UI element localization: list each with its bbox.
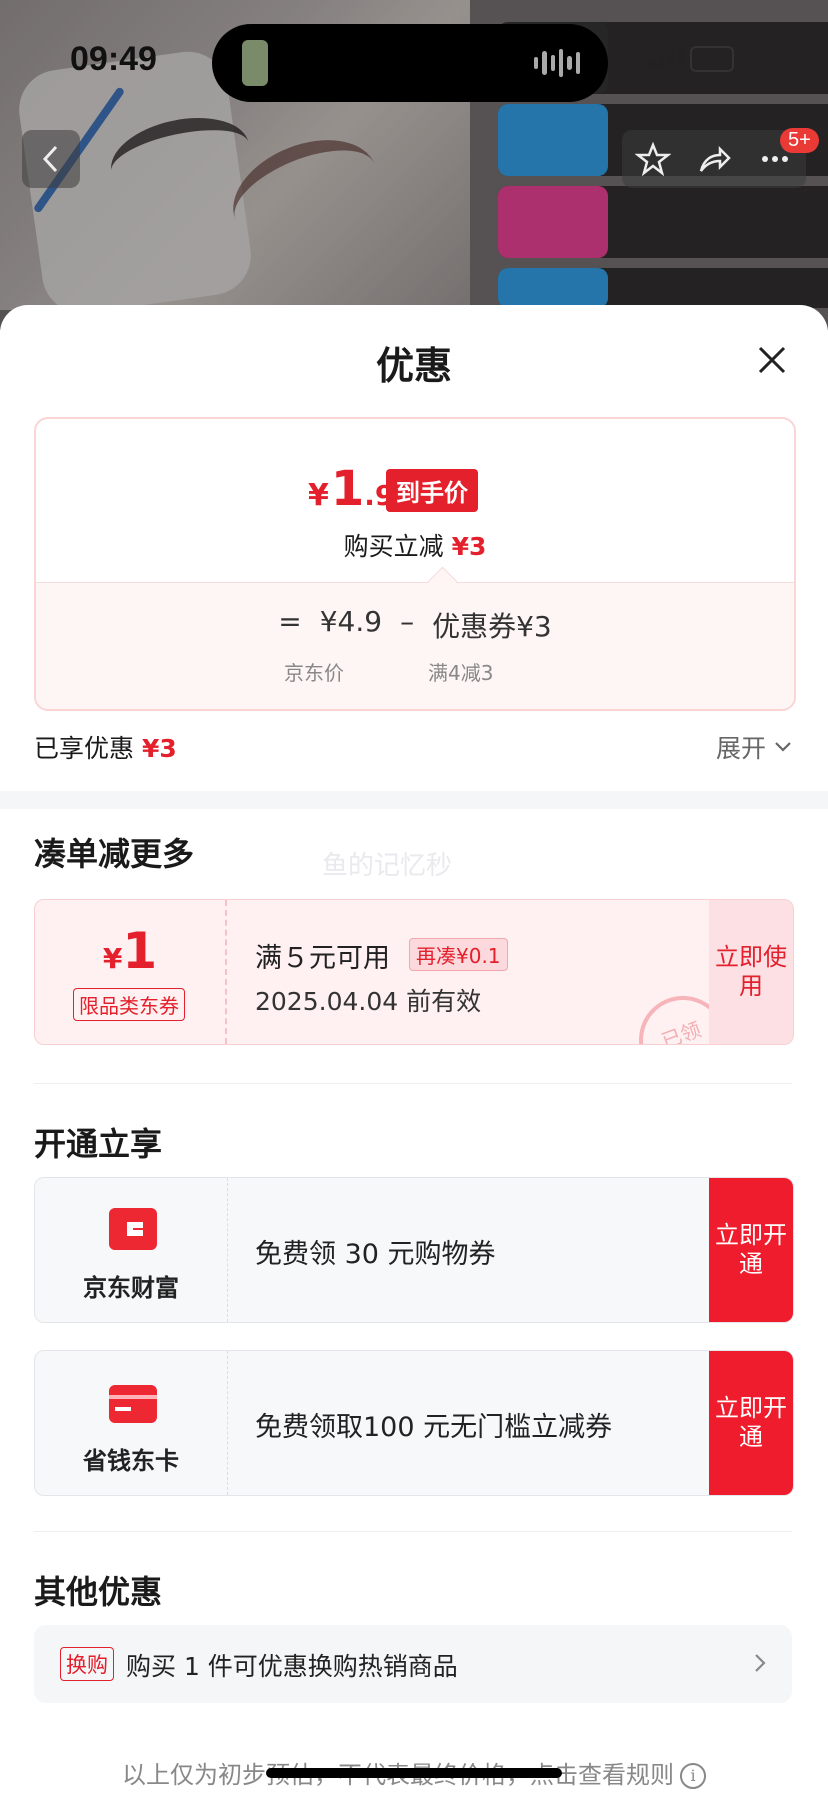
trade-in-row[interactable]: 换购 购买 1 件可优惠换购热销商品 <box>34 1625 792 1703</box>
expand-button[interactable]: 展开 <box>716 729 792 765</box>
coupon-card: ¥1 限品类东券 满５元可用 再凑¥0.1 2025.04.04 前有效 已领 … <box>34 899 794 1045</box>
coupon-condition: 满５元可用 <box>255 943 390 974</box>
trade-in-tag: 换购 <box>60 1647 114 1681</box>
final-price-tag: 到手价 <box>386 469 478 512</box>
promo-label: 京东财富 <box>83 1274 179 1302</box>
enjoyed-value: ¥3 <box>141 734 177 763</box>
home-indicator[interactable] <box>266 1768 562 1778</box>
formula-coupon: 优惠券¥3 <box>432 610 552 643</box>
star-icon[interactable] <box>634 141 671 177</box>
coupon-rule: 满4减3 <box>428 661 494 685</box>
coupon-more-needed: 再凑¥0.1 <box>409 938 508 971</box>
chevron-left-icon <box>42 145 58 173</box>
promo-description: 免费领取100 元无门槛立减券 <box>255 1412 613 1443</box>
price-breakdown-card: ¥ 1 .9 到手价 购买立减 ¥3 = ¥4.9 – 优惠券¥3 京东价 满4… <box>34 417 796 711</box>
divider-line <box>34 1083 792 1084</box>
coupon-valid-date: 2025.04.04 前有效 <box>255 987 482 1016</box>
enjoyed-discount: 已享优惠 ¥3 <box>34 729 177 765</box>
activate-section-title: 开通立享 <box>34 1125 163 1163</box>
signal-icon <box>648 48 684 68</box>
chevron-down-icon <box>775 742 791 752</box>
close-icon[interactable] <box>754 342 790 378</box>
section-divider <box>0 791 828 809</box>
coupon-amount: ¥1 <box>35 922 225 980</box>
instant-discount-label: 购买立减 <box>343 532 444 561</box>
use-coupon-button[interactable]: 立即使用 <box>709 900 793 1044</box>
formula-equals: = <box>278 605 302 638</box>
chevron-right-icon <box>755 1654 766 1672</box>
share-icon[interactable] <box>696 141 732 177</box>
other-section-title: 其他优惠 <box>34 1573 163 1611</box>
price-yen: ¥ <box>308 478 329 513</box>
audio-wave-icon <box>534 48 580 78</box>
coupon-number: 1 <box>122 922 158 980</box>
price-integer: 1 <box>330 461 365 517</box>
price-formula: = ¥4.9 – 优惠券¥3 <box>36 605 794 645</box>
formula-minus: – <box>400 605 415 638</box>
instant-discount: 购买立减 ¥3 <box>36 527 794 563</box>
saving-card-icon <box>109 1385 157 1423</box>
activate-button[interactable]: 立即开通 <box>709 1351 793 1495</box>
battery-icon <box>690 46 734 72</box>
promo-description: 免费领 30 元购物券 <box>255 1239 496 1270</box>
trade-in-text: 购买 1 件可优惠换购热销商品 <box>126 1652 458 1681</box>
sheet-title: 优惠 <box>375 344 452 388</box>
info-icon: i <box>680 1763 706 1789</box>
coupon-kind: 限品类东券 <box>73 988 185 1021</box>
watermark: 鱼的记忆秒 <box>322 851 453 881</box>
discount-sheet: 优惠 ¥ 1 .9 到手价 购买立减 ¥3 = ¥4.9 – 优惠券¥3 京东价… <box>0 305 828 1796</box>
formula-jd-price: ¥4.9 <box>319 605 383 638</box>
back-button[interactable] <box>22 130 80 188</box>
combine-section-title: 凑单减更多 <box>34 835 195 873</box>
enjoyed-label: 已享优惠 <box>34 734 135 763</box>
status-time: 09:49 <box>70 40 157 78</box>
promo-card-saving-card: 省钱东卡 免费领取100 元无门槛立减券 立即开通 <box>34 1350 794 1496</box>
media-thumbnail <box>242 40 268 86</box>
final-price: ¥ 1 .9 <box>308 461 394 517</box>
coupon-yen: ¥ <box>102 942 123 975</box>
jd-wealth-logo-icon <box>109 1208 157 1250</box>
instant-discount-value: ¥3 <box>451 532 487 561</box>
header-actions <box>622 130 806 188</box>
jd-price-label: 京东价 <box>284 661 344 685</box>
promo-label: 省钱东卡 <box>83 1447 179 1475</box>
promo-card-jd-wealth: 京东财富 免费领 30 元购物券 立即开通 <box>34 1177 794 1323</box>
message-count-badge: 5+ <box>780 128 819 153</box>
dynamic-island <box>212 24 608 102</box>
activate-button[interactable]: 立即开通 <box>709 1178 793 1322</box>
divider-line <box>34 1531 792 1532</box>
expand-label: 展开 <box>716 734 767 763</box>
